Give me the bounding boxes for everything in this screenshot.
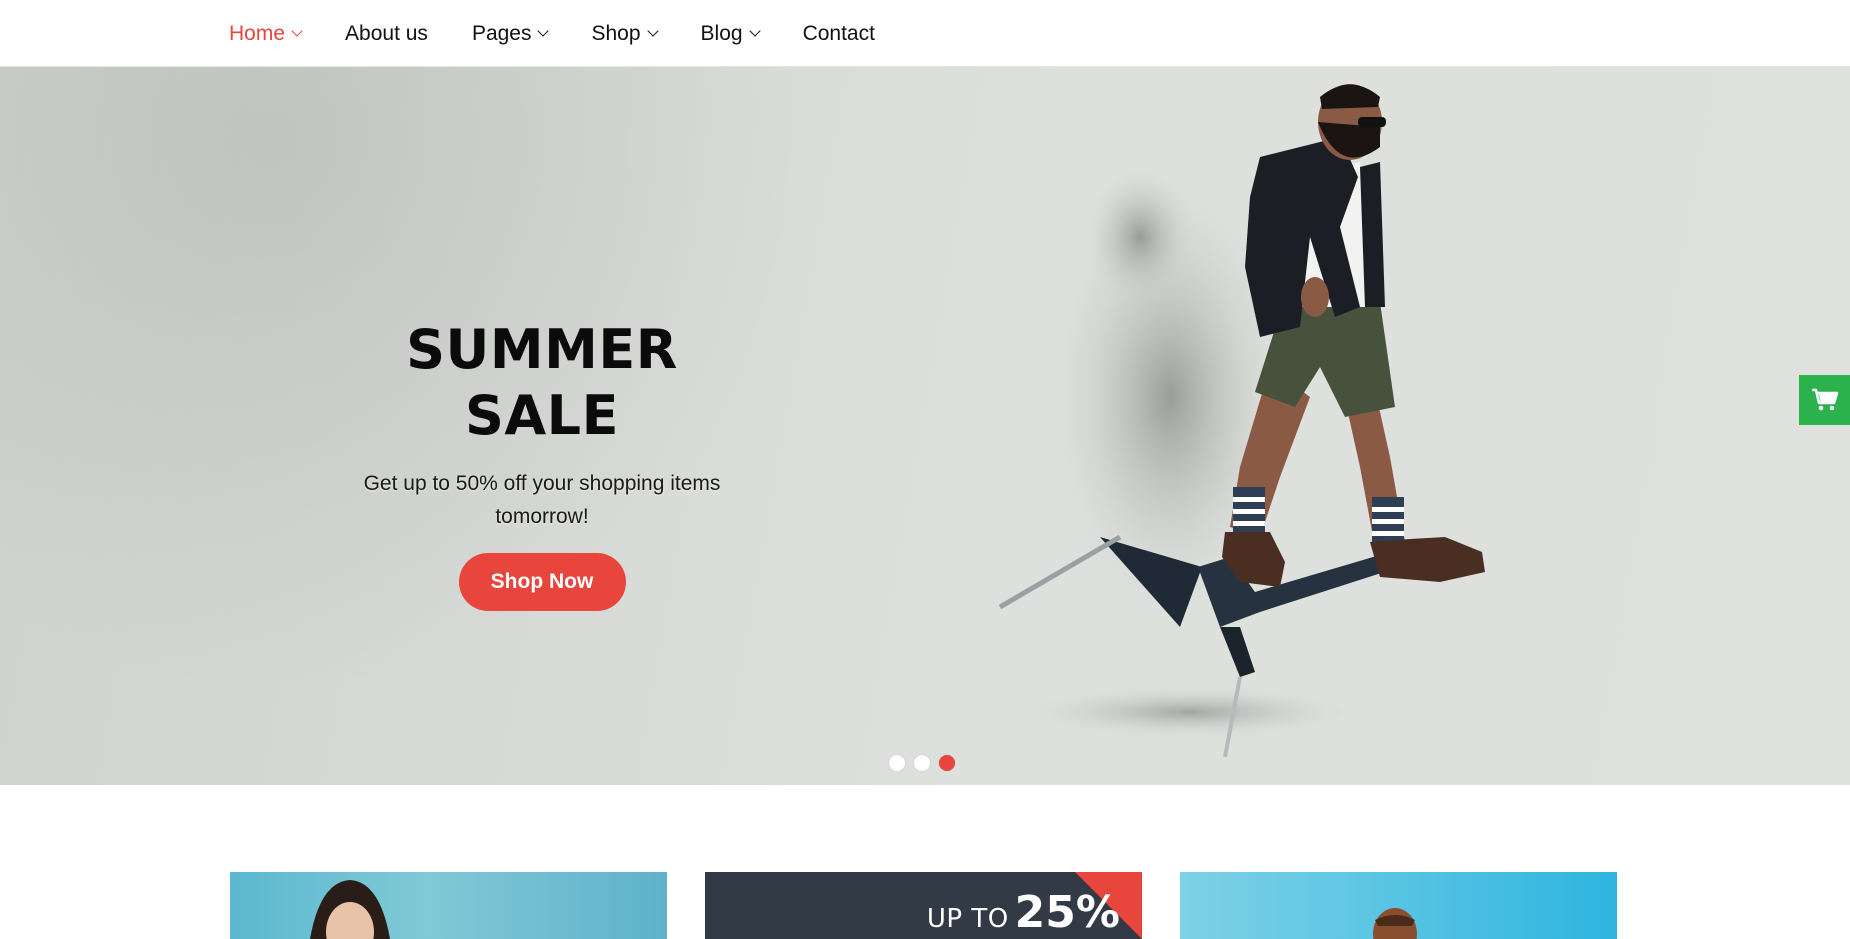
nav-item-pages[interactable]: Pages — [471, 21, 550, 46]
slider-dot-3[interactable] — [939, 755, 955, 771]
top-navigation: Home About us Pages Shop Blog Contact — [0, 0, 1850, 67]
nav-item-home[interactable]: Home — [229, 21, 303, 46]
nav-item-label: Home — [229, 21, 286, 45]
chevron-down-icon — [646, 25, 659, 37]
floating-cart-button[interactable] — [1799, 375, 1850, 425]
promo-model-image — [1373, 908, 1417, 939]
promo-up-to-label: UP TO — [926, 904, 1009, 934]
nav-item-label: About us — [345, 21, 428, 45]
promo-card-women[interactable] — [230, 872, 667, 939]
hero-caption: SUMMER SALE Get up to 50% off your shopp… — [330, 317, 754, 611]
promo-percent-label: 25% — [1014, 887, 1120, 938]
promo-card-discount[interactable]: UP TO 25% — [705, 872, 1142, 939]
nav-item-blog[interactable]: Blog — [700, 21, 761, 46]
shopping-cart-icon — [1811, 388, 1838, 411]
promo-discount-text: UP TO 25% — [927, 887, 1120, 938]
nav-item-label: Pages — [471, 21, 532, 45]
main-menu: Home About us Pages Shop Blog Contact — [229, 0, 919, 67]
nav-item-label: Contact — [802, 21, 875, 45]
nav-item-label: Blog — [700, 21, 743, 45]
chevron-down-icon — [291, 25, 303, 37]
promo-banners: UP TO 25% — [230, 872, 1618, 939]
nav-item-shop[interactable]: Shop — [591, 21, 659, 46]
hero-title: SUMMER SALE — [406, 318, 678, 447]
hero-subtitle: Get up to 50% off your shopping items to… — [363, 472, 721, 528]
promo-card-men[interactable] — [1180, 872, 1617, 939]
promo-model-image — [310, 880, 390, 939]
chevron-down-icon — [537, 25, 550, 37]
nav-item-label: Shop — [591, 21, 641, 45]
chevron-down-icon — [748, 25, 761, 37]
hero-slider: SUMMER SALE Get up to 50% off your shopp… — [0, 67, 1850, 785]
shop-now-button[interactable]: Shop Now — [458, 553, 626, 611]
slider-dot-2[interactable] — [914, 755, 930, 771]
nav-item-contact[interactable]: Contact — [803, 22, 875, 46]
slider-dot-1[interactable] — [889, 755, 905, 771]
slider-dots — [889, 755, 964, 771]
nav-item-about-us[interactable]: About us — [345, 22, 428, 46]
hero-model-image — [998, 84, 1485, 758]
